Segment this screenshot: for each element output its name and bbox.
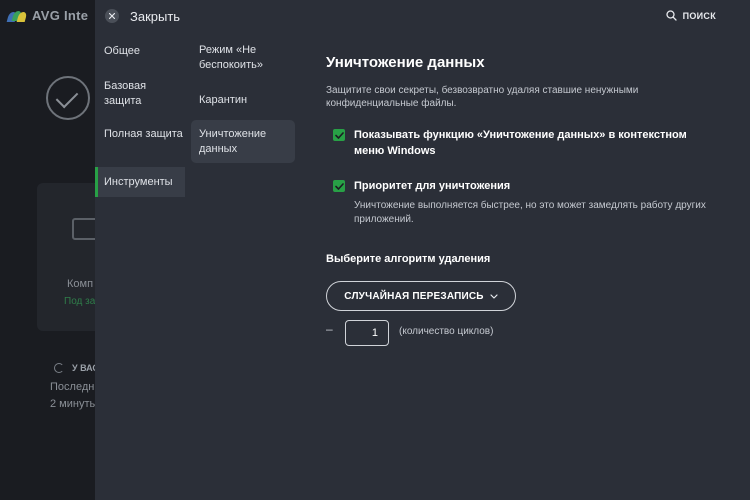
- cycles-count-input[interactable]: [345, 320, 389, 346]
- checkbox-checked-icon: [333, 129, 345, 141]
- close-icon: [109, 13, 115, 19]
- background-app-title: AVG Inte: [32, 8, 89, 23]
- protection-status-check-icon: [46, 76, 90, 120]
- algorithm-dropdown[interactable]: СЛУЧАЙНАЯ ПЕРЕЗАПИСЬ: [326, 281, 516, 311]
- chevron-down-icon: [490, 293, 498, 299]
- search-icon: [665, 10, 677, 21]
- close-label[interactable]: Закрыть: [130, 9, 180, 24]
- search-label: ПОИСК: [682, 10, 716, 21]
- algorithm-label: Выберите алгоритм удаления: [326, 253, 491, 265]
- search-button[interactable]: ПОИСК: [665, 10, 716, 21]
- checkbox-shredding-priority[interactable]: Приоритет для уничтожения: [333, 178, 714, 194]
- refresh-icon: [54, 363, 64, 373]
- algorithm-selected-value: СЛУЧАЙНАЯ ПЕРЕЗАПИСЬ: [344, 290, 484, 302]
- nav-item-quarantine[interactable]: Карантин: [191, 93, 295, 111]
- background-minutes: 2 минуты: [50, 398, 98, 410]
- checkbox-label: Приоритет для уничтожения: [354, 180, 511, 192]
- nav-item-basic-protection[interactable]: Базовая защита: [95, 79, 185, 111]
- background-last-update: Последн: [50, 381, 95, 393]
- avg-logo-icon: [6, 9, 28, 23]
- priority-note: Уничтожение выполняется быстрее, но это …: [354, 200, 706, 225]
- checkbox-checked-icon: [333, 180, 345, 192]
- avg-logo: AVG Inte: [6, 8, 89, 23]
- settings-panel: Закрыть ПОИСК Общее Базовая защита Полна…: [95, 0, 750, 500]
- nav-item-do-not-disturb[interactable]: Режим «Не беспокоить»: [191, 43, 295, 75]
- nav-item-full-protection[interactable]: Полная защита: [95, 127, 185, 159]
- decrease-cycles-button[interactable]: –: [326, 322, 333, 336]
- nav-item-data-shredder[interactable]: Уничтожение данных: [191, 120, 295, 163]
- close-button[interactable]: [105, 9, 119, 23]
- background-card-title: Комп: [67, 278, 94, 290]
- nav-item-general[interactable]: Общее: [95, 44, 185, 62]
- checkbox-label: Показывать функцию «Уничтожение данных» …: [354, 129, 687, 157]
- background-card-subtitle: Под за: [64, 296, 96, 307]
- nav-item-tools[interactable]: Инструменты: [95, 167, 185, 197]
- settings-topbar: Закрыть ПОИСК: [95, 0, 750, 34]
- cycles-count-label: (количество циклов): [399, 326, 494, 337]
- checkbox-show-in-context-menu[interactable]: Показывать функцию «Уничтожение данных» …: [333, 127, 714, 159]
- page-title: Уничтожение данных: [326, 54, 485, 71]
- page-description: Защитите свои секреты, безвозвратно удал…: [326, 85, 639, 109]
